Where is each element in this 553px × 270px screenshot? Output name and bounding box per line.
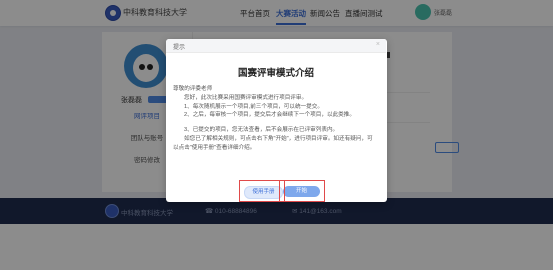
dialog-header: 提示 × <box>166 39 386 53</box>
dialog-title: 国赛评审模式介绍 <box>237 68 314 79</box>
dialog-body: 尊敬的评委老师 您好，此次比赛采用国赛评审模式进行项目评审。 1、每次随机展示一… <box>173 85 378 153</box>
dialog-paragraph: 1、每次随机展示一个项目,前三个项目，可以统一提交。 <box>184 103 323 110</box>
dialog-paragraph: 如您已了解相关规则，可点击右下角"开始"，进行项目评审。如还有疑问，可以点击"使… <box>173 135 373 151</box>
highlight-box-start <box>279 180 325 202</box>
dialog-header-label: 提示 <box>173 45 186 51</box>
dialog-paragraph: 3、已提交的项目，您无法查看，后不会展示在已评审列表内。 <box>184 127 339 134</box>
close-icon[interactable]: × <box>376 41 380 48</box>
dialog-paragraph: 2、之后，每审核一个项目，提交后才会继续下一个项目，以此类推。 <box>184 112 355 119</box>
dialog-paragraph: 您好，此次比赛采用国赛评审模式进行项目评审。 <box>184 94 308 101</box>
review-mode-dialog: 提示 × 国赛评审模式介绍 尊敬的评委老师 您好，此次比赛采用国赛评审模式进行项… <box>166 39 387 202</box>
dialog-greeting: 尊敬的评委老师 <box>173 86 213 92</box>
